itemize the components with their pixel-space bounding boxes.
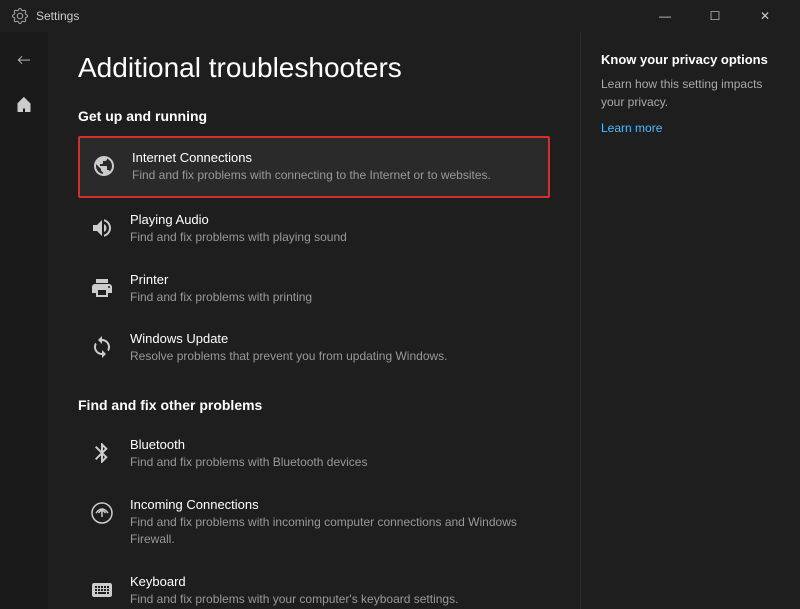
bluetooth-text: Bluetooth Find and fix problems with Blu…	[130, 437, 367, 471]
internet-connections-title: Internet Connections	[132, 150, 491, 165]
printer-icon	[88, 274, 116, 302]
incoming-connections-title: Incoming Connections	[130, 497, 540, 512]
incoming-connections-icon	[88, 499, 116, 527]
playing-audio-text: Playing Audio Find and fix problems with…	[130, 212, 347, 246]
internet-connections-desc: Find and fix problems with connecting to…	[132, 167, 491, 184]
title-bar-controls: — ☐ ✕	[642, 0, 788, 32]
back-arrow-icon	[17, 53, 31, 67]
troubleshooter-item-printer[interactable]: Printer Find and fix problems with print…	[78, 260, 550, 318]
playing-audio-title: Playing Audio	[130, 212, 347, 227]
troubleshooter-item-bluetooth[interactable]: Bluetooth Find and fix problems with Blu…	[78, 425, 550, 483]
section-header-get-up-running: Get up and running	[78, 108, 550, 124]
windows-update-icon	[88, 333, 116, 361]
keyboard-title: Keyboard	[130, 574, 458, 589]
troubleshooter-item-playing-audio[interactable]: Playing Audio Find and fix problems with…	[78, 200, 550, 258]
playing-audio-icon	[88, 214, 116, 242]
maximize-button[interactable]: ☐	[692, 0, 738, 32]
minimize-button[interactable]: —	[642, 0, 688, 32]
troubleshooter-item-windows-update[interactable]: Windows Update Resolve problems that pre…	[78, 319, 550, 377]
section-header-find-fix-other: Find and fix other problems	[78, 397, 550, 413]
troubleshooter-item-keyboard[interactable]: Keyboard Find and fix problems with your…	[78, 562, 550, 609]
nav-back-button[interactable]	[4, 40, 44, 80]
main-container: Additional troubleshooters Get up and ru…	[0, 32, 800, 609]
printer-desc: Find and fix problems with printing	[130, 289, 312, 306]
troubleshooter-item-incoming-connections[interactable]: Incoming Connections Find and fix proble…	[78, 485, 550, 560]
internet-connections-icon	[90, 152, 118, 180]
left-nav	[0, 32, 48, 609]
windows-update-title: Windows Update	[130, 331, 448, 346]
close-button[interactable]: ✕	[742, 0, 788, 32]
incoming-connections-desc: Find and fix problems with incoming comp…	[130, 514, 540, 548]
printer-text: Printer Find and fix problems with print…	[130, 272, 312, 306]
main-content: Additional troubleshooters Get up and ru…	[48, 32, 580, 609]
learn-more-link[interactable]: Learn more	[601, 121, 662, 135]
nav-home-button[interactable]	[4, 84, 44, 124]
title-bar-title: Settings	[36, 9, 79, 23]
bluetooth-desc: Find and fix problems with Bluetooth dev…	[130, 454, 367, 471]
keyboard-desc: Find and fix problems with your computer…	[130, 591, 458, 608]
title-bar-left: Settings	[12, 8, 79, 24]
keyboard-text: Keyboard Find and fix problems with your…	[130, 574, 458, 608]
windows-update-desc: Resolve problems that prevent you from u…	[130, 348, 448, 365]
privacy-title: Know your privacy options	[601, 52, 780, 67]
incoming-connections-text: Incoming Connections Find and fix proble…	[130, 497, 540, 548]
page-title: Additional troubleshooters	[78, 52, 550, 84]
internet-connections-text: Internet Connections Find and fix proble…	[132, 150, 491, 184]
bluetooth-title: Bluetooth	[130, 437, 367, 452]
bluetooth-icon	[88, 439, 116, 467]
windows-update-text: Windows Update Resolve problems that pre…	[130, 331, 448, 365]
printer-title: Printer	[130, 272, 312, 287]
playing-audio-desc: Find and fix problems with playing sound	[130, 229, 347, 246]
troubleshooter-item-internet-connections[interactable]: Internet Connections Find and fix proble…	[78, 136, 550, 198]
right-panel: Know your privacy options Learn how this…	[580, 32, 800, 609]
home-icon	[16, 96, 32, 112]
keyboard-icon	[88, 576, 116, 604]
content-area: Additional troubleshooters Get up and ru…	[48, 32, 800, 609]
settings-icon	[12, 8, 28, 24]
privacy-desc: Learn how this setting impacts your priv…	[601, 75, 780, 111]
title-bar: Settings — ☐ ✕	[0, 0, 800, 32]
